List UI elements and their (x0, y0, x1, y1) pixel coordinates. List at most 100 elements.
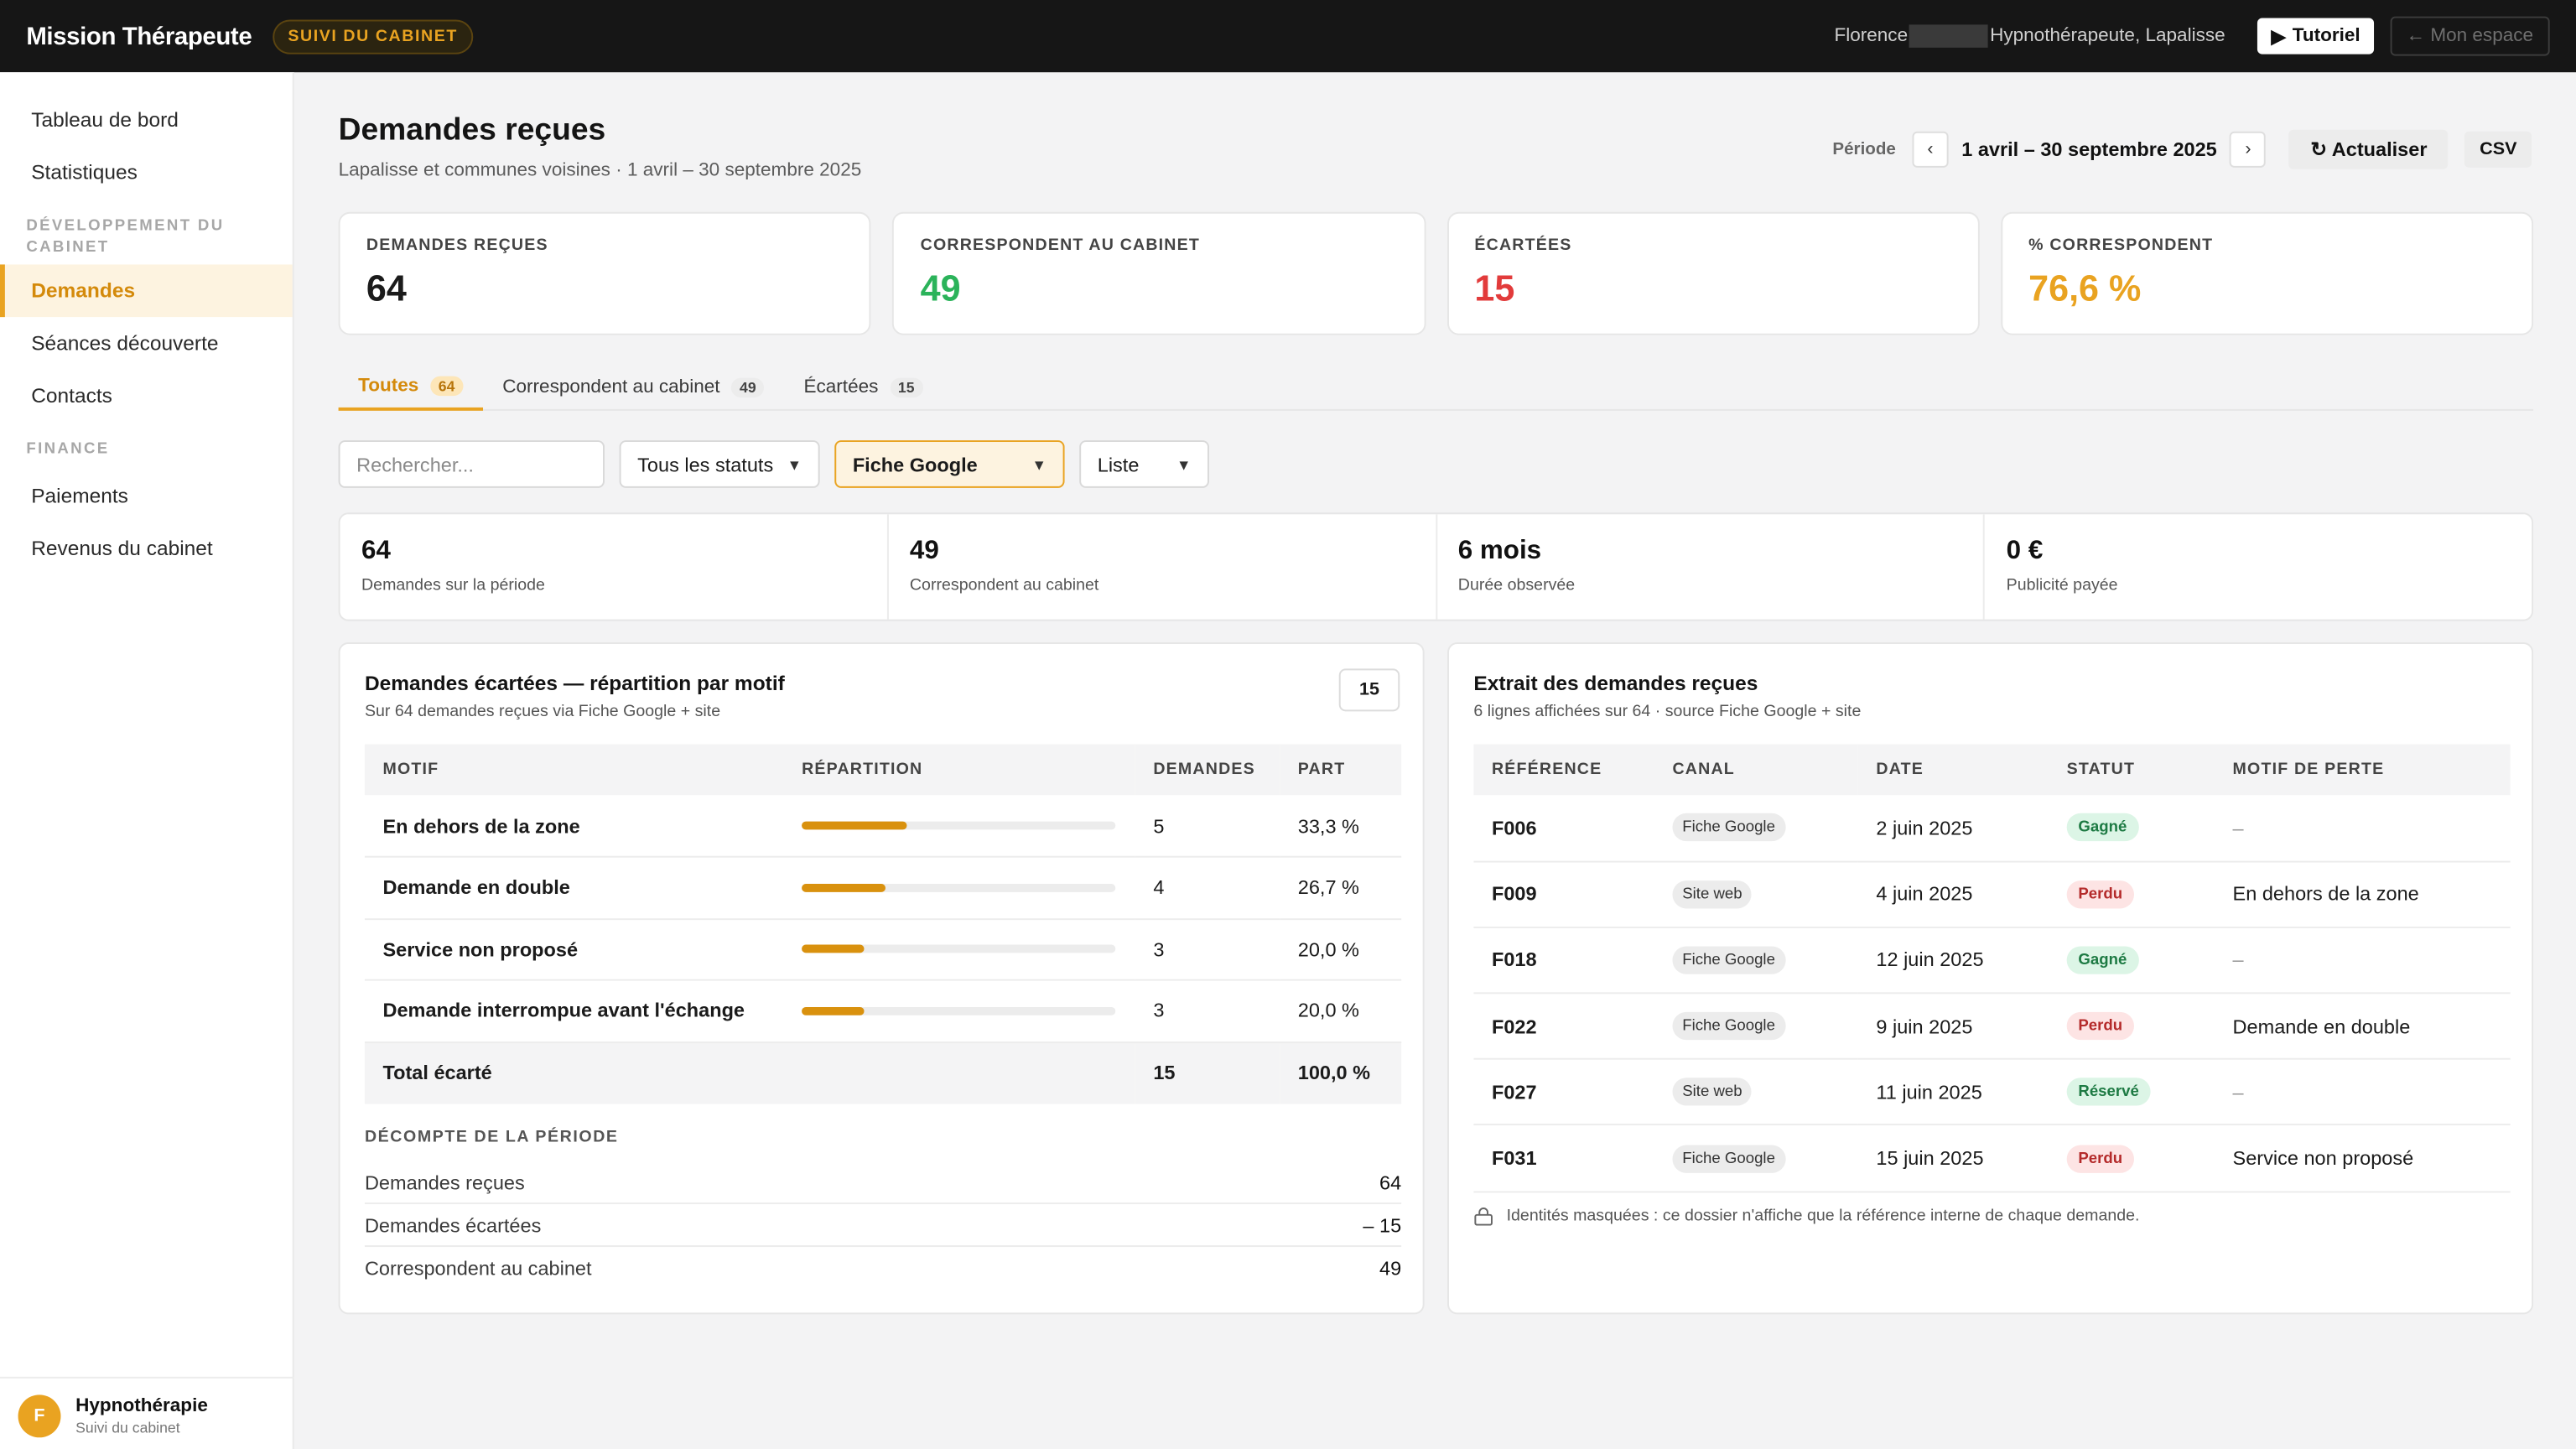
kpi-label: DEMANDES REÇUES (366, 236, 548, 255)
table-row[interactable]: F022 Fiche Google 9 juin 2025 Perdu Demande … (1473, 993, 2511, 1061)
rejected-breakdown-panel: Demandes écartées — répartition par moti… (338, 642, 1425, 1315)
statut-cell: Perdu (2049, 860, 2215, 928)
motif-perte-cell: – (2215, 927, 2511, 995)
status-badge: Perdu (2066, 1144, 2134, 1172)
column-header[interactable]: STATUT (2049, 744, 2215, 796)
tab-label: Toutes (358, 376, 419, 397)
search-input[interactable]: Rechercher... (338, 440, 605, 488)
tab-correspondent[interactable]: Correspondent au cabinet 49 (483, 365, 784, 411)
table-row[interactable]: F031 Fiche Google 15 juin 2025 Perdu Service… (1473, 1124, 2511, 1192)
column-header[interactable]: MOTIF (364, 744, 784, 796)
redacted-name (1909, 24, 1989, 48)
motif-cell: Service non proposé (364, 918, 784, 981)
date-cell: 4 juin 2025 (1857, 860, 2049, 928)
stat-publicite: 0 € Publicité payée (1985, 514, 2532, 619)
sidebar-item-seances-decouverte[interactable]: Séances découverte (0, 317, 293, 370)
tabs: Toutes 64 Correspondent au cabinet 49 Éc… (338, 365, 2534, 411)
share-bar-fill (802, 1006, 865, 1015)
date-cell: 15 juin 2025 (1857, 1124, 2049, 1192)
column-header[interactable]: DEMANDES (1135, 744, 1280, 796)
table-row: Demande interrompue avant l'échange 3 20… (364, 979, 1402, 1043)
repartition-cell (783, 918, 1135, 981)
statut-cell: Réservé (2049, 1059, 2215, 1126)
sidebar-item-revenus[interactable]: Revenus du cabinet (0, 522, 293, 575)
share-bar (802, 1006, 1116, 1015)
period-next-button[interactable]: › (2230, 131, 2267, 168)
tab-toutes[interactable]: Toutes 64 (338, 365, 483, 411)
motif-perte-cell: – (2215, 1059, 2511, 1126)
table-row: En dehors de la zone 5 33,3 % (364, 795, 1402, 858)
chevron-down-icon: ▼ (1176, 455, 1192, 473)
panel-title: Demandes écartées — répartition par moti… (364, 672, 785, 695)
main-content: Demandes reçues Lapalisse et communes vo… (294, 72, 2576, 1449)
view-select-value: Liste (1097, 452, 1140, 476)
canal-cell: Fiche Google (1654, 993, 1858, 1061)
practice-name: Hypnothérapie (75, 1395, 208, 1415)
canal-chip: Fiche Google (1672, 1012, 1785, 1041)
canal-chip: Fiche Google (1672, 1144, 1785, 1172)
motif-cell: En dehors de la zone (364, 795, 784, 858)
sidebar-section-developpement: DÉVELOPPEMENT DU CABINET (26, 216, 225, 257)
stat-label: Correspondent au cabinet (909, 576, 1099, 595)
sidebar-footer[interactable]: F Hypnothérapie Suivi du cabinet (0, 1376, 294, 1449)
motif-perte-cell: – (2215, 795, 2511, 862)
decompte-title: DÉCOMPTE DE LA PÉRIODE (364, 1128, 619, 1147)
kpi-value: 49 (920, 267, 961, 309)
demandes-cell: 4 (1135, 856, 1280, 920)
decompte-row: Correspondent au cabinet 49 (365, 1247, 1401, 1290)
kpi-row: DEMANDES REÇUES 64 CORRESPONDENT AU CABI… (338, 211, 2534, 335)
suivi-badge: SUIVI DU CABINET (273, 18, 473, 54)
decompte-row: Demandes écartées – 15 (364, 1204, 1402, 1248)
practice-sub: Suivi du cabinet (75, 1418, 180, 1436)
kpi-card-correspondent: CORRESPONDENT AU CABINET 49 (892, 211, 1426, 335)
reference-cell: F031 (1473, 1124, 1654, 1192)
table-row[interactable]: F027 Site web 11 juin 2025 Réservé – (1473, 1059, 2511, 1126)
column-header[interactable]: CANAL (1654, 744, 1858, 796)
user-info: Florence Hypnothérapeute, Lapalisse (1834, 24, 2225, 48)
date-cell: 12 juin 2025 (1857, 927, 2049, 995)
sidebar-item-contacts[interactable]: Contacts (0, 370, 293, 423)
table-row[interactable]: F006 Fiche Google 2 juin 2025 Gagné – (1473, 795, 2511, 862)
stat-value: 49 (909, 537, 939, 565)
panel-title: Extrait des demandes reçues (1473, 672, 1758, 695)
tab-label: Écartées (803, 377, 879, 398)
source-select[interactable]: Fiche Google ▼ (834, 440, 1065, 488)
stat-correspondent: 49 Correspondent au cabinet (888, 514, 1437, 620)
stat-demandes: 64 Demandes sur la période (340, 514, 889, 620)
kpi-label: ÉCARTÉES (1474, 236, 1572, 255)
status-badge: Perdu (2066, 1012, 2134, 1041)
column-header[interactable]: RÉPARTITION (783, 744, 1135, 796)
status-badge: Réservé (2066, 1078, 2151, 1107)
status-select[interactable]: Tous les statuts ▼ (619, 440, 820, 488)
tab-ecartees[interactable]: Écartées 15 (784, 365, 943, 411)
sidebar-item-demandes[interactable]: Demandes (0, 264, 293, 318)
motif-table: MOTIF RÉPARTITION DEMANDES PART En dehor… (364, 744, 1402, 1104)
statut-cell: Perdu (2049, 1124, 2215, 1192)
app-brand[interactable]: Mission Thérapeute (26, 22, 252, 49)
decompte-label: Correspondent au cabinet (364, 1256, 592, 1280)
sidebar-item-tableau-de-bord[interactable]: Tableau de bord (0, 94, 293, 147)
column-header[interactable]: DATE (1857, 744, 2049, 796)
sidebar-item-paiements[interactable]: Paiements (0, 470, 293, 522)
view-select[interactable]: Liste ▼ (1079, 440, 1209, 488)
top-bar: Mission Thérapeute SUIVI DU CABINET Flor… (0, 0, 2576, 73)
canal-cell: Fiche Google (1654, 1124, 1858, 1192)
table-row[interactable]: F009 Site web 4 juin 2025 Perdu En dehors de… (1473, 860, 2511, 928)
date-cell: 2 juin 2025 (1857, 795, 2049, 862)
repartition-cell (783, 979, 1135, 1043)
tutorial-button[interactable]: ▶ Tutoriel (2257, 18, 2374, 55)
my-space-button[interactable]: ← Mon espace (2389, 16, 2550, 56)
tutorial-label: Tutoriel (2292, 26, 2360, 46)
period-prev-button[interactable]: ‹ (1912, 131, 1949, 168)
sidebar-item-statistiques[interactable]: Statistiques (0, 146, 293, 199)
motif-perte-cell: En dehors de la zone (2215, 860, 2511, 928)
sidebar-section-finance: FINANCE (26, 440, 110, 459)
column-header[interactable]: MOTIF DE PERTE (2215, 744, 2511, 796)
reference-cell: F022 (1473, 993, 1654, 1061)
csv-export-button[interactable]: CSV (2464, 131, 2532, 168)
column-header[interactable]: RÉFÉRENCE (1473, 744, 1654, 796)
reference-cell: F018 (1473, 927, 1654, 995)
column-header[interactable]: PART (1280, 744, 1402, 796)
table-row[interactable]: F018 Fiche Google 12 juin 2025 Gagné – (1473, 927, 2511, 995)
refresh-button[interactable]: ↻ Actualiser (2288, 129, 2449, 169)
